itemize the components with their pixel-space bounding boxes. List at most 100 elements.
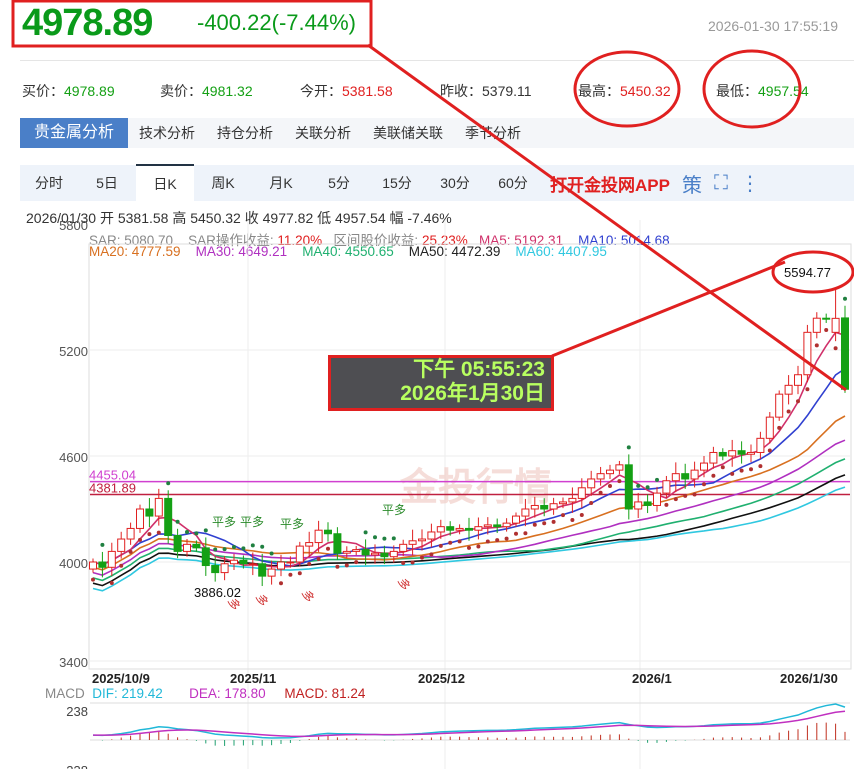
- sar-dot: [241, 546, 246, 551]
- arrow-line: [551, 260, 786, 358]
- sar-dot: [692, 492, 697, 497]
- candle-body: [107, 550, 116, 568]
- sar-dot: [814, 343, 819, 348]
- sar-dot: [307, 561, 312, 566]
- signal-close-long: 平多: [280, 517, 304, 531]
- candle-body: [446, 526, 455, 531]
- min-label: 3886.02: [194, 585, 241, 600]
- x-tick: 2026/1: [632, 671, 672, 686]
- sar-dot: [391, 536, 396, 541]
- sar-dot: [119, 563, 124, 568]
- candle-body: [606, 469, 614, 475]
- candle-body: [775, 393, 784, 418]
- sar-dot: [232, 544, 236, 549]
- highlight-box: [11, 0, 373, 48]
- sar-dot: [777, 425, 782, 430]
- sar-dot: [410, 560, 415, 565]
- candle-body: [577, 487, 586, 499]
- sar-dot: [138, 537, 142, 542]
- candle-body: [803, 331, 812, 376]
- sar-dot: [664, 502, 669, 507]
- y-tick: 5200: [59, 344, 88, 359]
- sar-dot: [354, 560, 359, 565]
- sar-dot: [100, 542, 105, 547]
- candle-body: [305, 542, 314, 547]
- candle-body: [512, 515, 520, 524]
- candle-body: [841, 317, 849, 390]
- candle-body: [201, 547, 210, 567]
- candle-body: [812, 317, 821, 333]
- candle-body: [690, 469, 699, 480]
- candle-body: [342, 550, 351, 554]
- sar-dot: [166, 481, 171, 486]
- sar-dot: [260, 544, 265, 549]
- candle-body: [211, 565, 220, 574]
- candle-body: [295, 545, 304, 563]
- candle-body: [662, 480, 671, 494]
- signal-close-long: 平多: [240, 515, 264, 529]
- sar-dot: [749, 467, 753, 472]
- candle-body: [258, 563, 267, 577]
- candle-body: [521, 508, 530, 517]
- candle-body: [474, 526, 483, 531]
- sar-dot: [147, 532, 152, 537]
- macd-tick: 238: [66, 704, 88, 719]
- sar-dot: [833, 346, 838, 351]
- sar-dot: [504, 536, 509, 541]
- y-tick: 5800: [59, 218, 88, 233]
- sar-dot: [739, 468, 744, 473]
- sar-dot: [91, 577, 95, 582]
- candle-body: [624, 464, 633, 510]
- sar-dot: [269, 551, 274, 556]
- sar-dot: [523, 531, 528, 536]
- dif-value: DIF: 219.42: [92, 686, 163, 701]
- sar-dot: [805, 387, 810, 392]
- macd-value: MACD: 81.24: [284, 686, 366, 701]
- macd-label: MACD: [45, 686, 85, 701]
- candle-body: [483, 524, 492, 528]
- candle-body: [98, 561, 107, 568]
- sar-dot: [382, 536, 387, 541]
- candle-body: [822, 317, 831, 320]
- x-tick: 2026/1/30: [780, 671, 838, 686]
- candle-body: [230, 559, 238, 565]
- sar-dot: [636, 483, 641, 488]
- candle-body: [380, 552, 389, 558]
- candle-body: [671, 473, 680, 482]
- sar-dot: [626, 445, 631, 450]
- candle-body: [136, 508, 144, 529]
- candle-body: [700, 462, 708, 471]
- candle-body: [145, 508, 154, 517]
- candle-body: [718, 451, 727, 457]
- candle-body: [728, 450, 737, 457]
- signal-close-long: 平多: [382, 503, 406, 517]
- signal-long: 多: [253, 592, 270, 608]
- candle-body: [267, 568, 276, 577]
- sar-dot: [683, 493, 688, 498]
- candle-body: [634, 501, 643, 510]
- sar-dot: [213, 547, 218, 552]
- sar-dot: [579, 513, 584, 518]
- sar-dot: [297, 571, 302, 576]
- candle-body: [183, 543, 191, 552]
- sar-dot: [203, 528, 208, 533]
- candle-body: [737, 450, 746, 455]
- candle-body: [239, 559, 248, 565]
- sar-dot: [532, 522, 537, 527]
- overlay-time: 下午 05:55:23: [413, 358, 545, 381]
- dea-value: DEA: 178.80: [189, 686, 266, 701]
- sar-dot: [109, 581, 114, 586]
- overlay-date: 2026年1月30日: [400, 382, 545, 405]
- candle-body: [436, 526, 445, 533]
- candle-body: [502, 522, 511, 528]
- sar-dot: [655, 477, 659, 482]
- candle-body: [455, 527, 464, 531]
- sar-dot: [711, 473, 716, 478]
- candle-body: [324, 529, 332, 535]
- candle-body: [596, 473, 605, 480]
- candle-body: [164, 497, 173, 536]
- sar-dot: [420, 555, 424, 560]
- signal-long: 多: [299, 588, 316, 604]
- arrow-line: [367, 43, 847, 392]
- highlight-circle-low: [702, 49, 802, 129]
